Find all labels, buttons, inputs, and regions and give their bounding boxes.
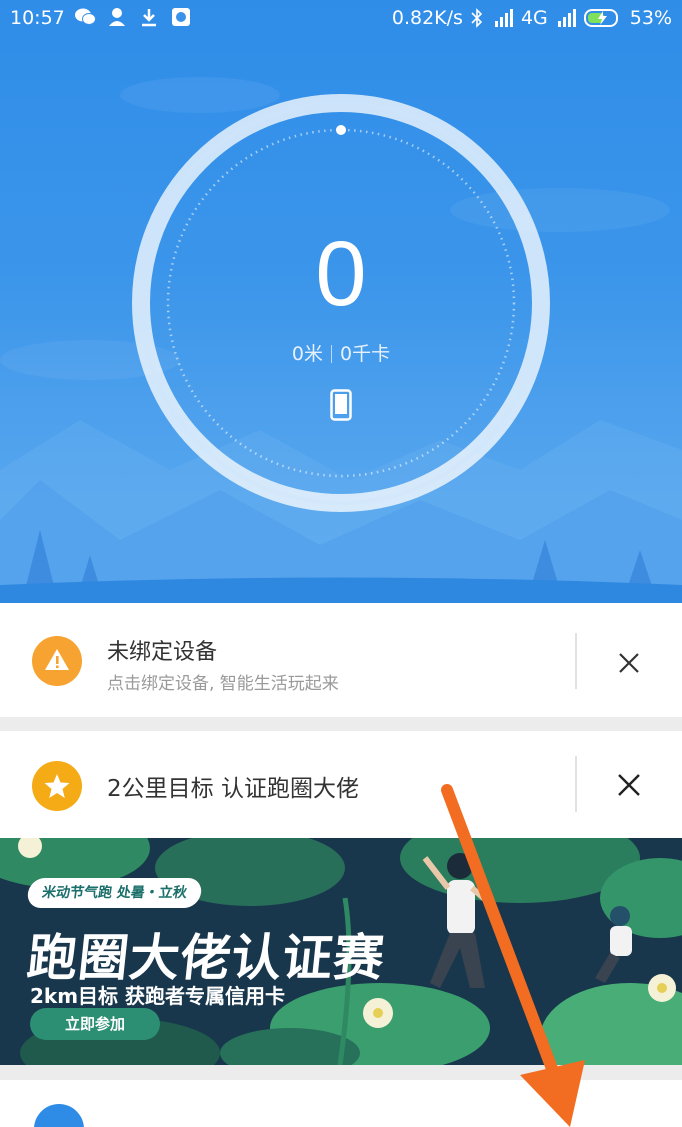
status-time: 10:57 bbox=[10, 7, 65, 29]
card-title: 2公里目标 认证跑圈大佬 bbox=[107, 776, 359, 802]
banner-tag: 米动节气跑 处暑・立秋 bbox=[25, 878, 203, 908]
4g-signal-icon bbox=[557, 9, 576, 27]
step-count: 0 bbox=[315, 223, 367, 325]
hero-section: 10:57 0.82K/s 4G 53% 0 0米 0千卡 bbox=[0, 0, 682, 603]
download-icon bbox=[142, 9, 156, 27]
stats-divider bbox=[331, 345, 332, 363]
banner-subtitle: 2km目标 获跑者专属信用卡 bbox=[30, 984, 286, 1008]
next-card[interactable] bbox=[0, 1080, 682, 1127]
bind-device-card[interactable]: 未绑定设备 点击绑定设备, 智能生活玩起来 bbox=[0, 603, 682, 717]
phone-icon bbox=[330, 389, 352, 421]
battery-percent: 53% bbox=[629, 7, 672, 29]
battery-charging-icon bbox=[583, 9, 618, 27]
gallery-icon bbox=[172, 8, 190, 26]
person-pin-icon bbox=[109, 8, 125, 26]
step-ring[interactable]: 0 0米 0千卡 bbox=[127, 89, 555, 517]
distance-value: 0米 bbox=[291, 343, 323, 365]
card-icon bbox=[34, 1104, 84, 1127]
hd-signal-icon bbox=[494, 9, 513, 27]
status-bar: 10:57 0.82K/s 4G 53% bbox=[0, 0, 682, 38]
net-speed: 0.82K/s bbox=[391, 7, 463, 29]
card-divider bbox=[575, 756, 577, 812]
join-now-button[interactable]: 立即参加 bbox=[30, 1008, 160, 1040]
close-icon[interactable] bbox=[609, 765, 649, 805]
card-title: 未绑定设备 bbox=[107, 640, 218, 665]
stats-row: 0米 0千卡 bbox=[127, 339, 555, 366]
close-icon[interactable] bbox=[609, 643, 649, 683]
bluetooth-icon bbox=[471, 8, 483, 28]
goal-card[interactable]: 2公里目标 认证跑圈大佬 bbox=[0, 731, 682, 838]
network-type: 4G bbox=[520, 7, 548, 29]
calories-value: 0千卡 bbox=[340, 343, 391, 365]
star-icon bbox=[32, 761, 82, 811]
promo-banner[interactable]: 米动节气跑 处暑・立秋 跑圈大佬认证赛 2km目标 获跑者专属信用卡 立即参加 bbox=[0, 838, 682, 1065]
warning-icon bbox=[32, 636, 82, 686]
card-subtitle: 点击绑定设备, 智能生活玩起来 bbox=[107, 674, 339, 694]
wechat-icon bbox=[75, 8, 96, 25]
card-divider bbox=[575, 633, 577, 689]
